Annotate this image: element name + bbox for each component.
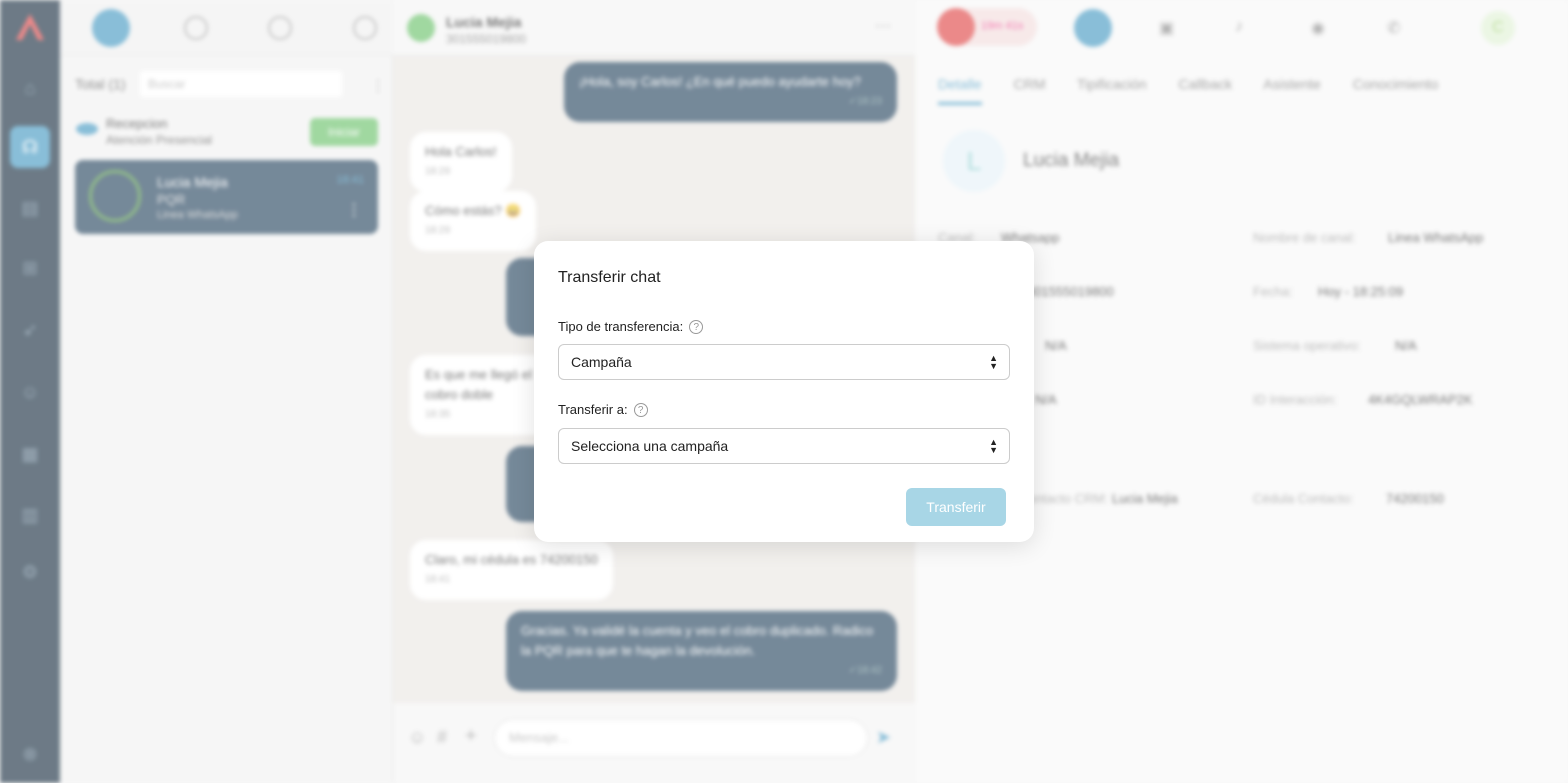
transfer-type-select[interactable]: Campaña ▲ ▼ <box>558 344 1010 380</box>
dialog-title: Transferir chat <box>558 269 661 286</box>
transfer-type-label-row: Tipo de transferencia:? <box>558 319 704 334</box>
transfer-button[interactable]: Transferir <box>906 488 1006 526</box>
select-arrows-icon: ▲ ▼ <box>989 353 998 371</box>
transfer-type-value: Campaña <box>571 354 632 370</box>
transfer-to-value: Selecciona una campaña <box>571 438 729 454</box>
select-arrows-icon: ▲ ▼ <box>989 437 998 455</box>
help-icon[interactable]: ? <box>689 320 704 334</box>
transfer-to-label: Transferir a: <box>558 402 628 417</box>
transfer-to-select[interactable]: Selecciona una campaña ▲ ▼ <box>558 428 1010 464</box>
transfer-chat-dialog: Transferir chat Tipo de transferencia:? … <box>534 241 1034 542</box>
transfer-type-label: Tipo de transferencia: <box>558 319 684 334</box>
help-icon[interactable]: ? <box>633 403 648 417</box>
transfer-to-label-row: Transferir a:? <box>558 402 648 417</box>
